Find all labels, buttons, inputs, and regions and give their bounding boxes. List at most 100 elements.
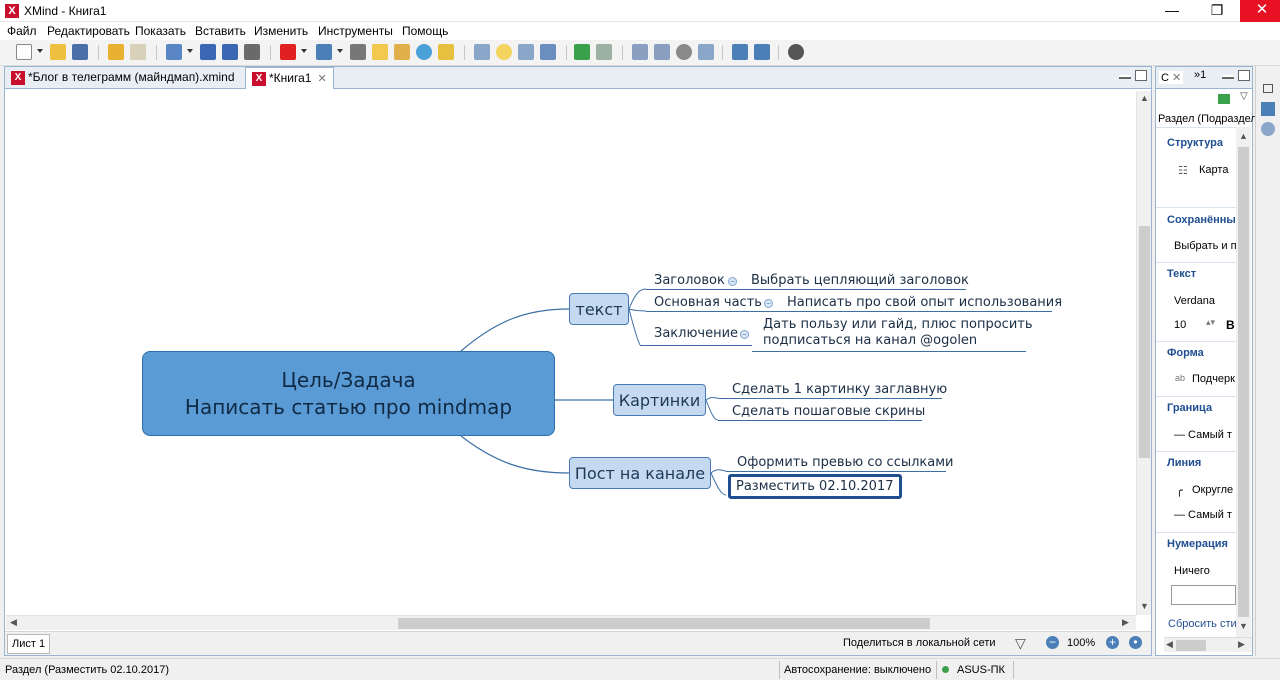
search-icon[interactable] xyxy=(698,44,714,60)
menu-help[interactable]: Помощь xyxy=(402,24,448,38)
undo-icon[interactable] xyxy=(108,44,124,60)
zoom-out-icon[interactable]: − xyxy=(1046,636,1059,649)
scroll-down-icon[interactable]: ▼ xyxy=(1140,601,1149,611)
drill-up-icon[interactable] xyxy=(596,44,612,60)
scroll-up-icon[interactable]: ▲ xyxy=(1239,131,1248,141)
section-line[interactable]: Линия xyxy=(1167,457,1201,469)
scroll-left-icon[interactable]: ◀ xyxy=(10,617,17,628)
font-size-spinner-icon[interactable]: ▴▾ xyxy=(1206,317,1215,328)
drill-down-icon[interactable] xyxy=(574,44,590,60)
horizontal-scroll-thumb[interactable] xyxy=(398,618,930,629)
clock-icon[interactable] xyxy=(676,44,692,60)
section-structure[interactable]: Структура xyxy=(1167,137,1223,149)
section-saved-styles[interactable]: Сохранённы xyxy=(1167,214,1236,226)
line-shape-value[interactable]: Округле xyxy=(1192,484,1233,496)
vertical-scroll-thumb[interactable] xyxy=(1139,226,1150,458)
central-topic[interactable]: Цель/Задача Написать статью про mindmap xyxy=(142,351,555,436)
scroll-up-icon[interactable]: ▲ xyxy=(1140,93,1149,103)
menu-edit[interactable]: Редактировать xyxy=(47,24,130,38)
subtopic-conclusion-child-line1[interactable]: Дать пользу или гайд, плюс попросить xyxy=(763,317,1033,332)
menu-modify[interactable]: Изменить xyxy=(254,24,308,38)
outline-icon[interactable] xyxy=(632,44,648,60)
saved-styles-value[interactable]: Выбрать и п xyxy=(1174,240,1237,252)
menu-tools[interactable]: Инструменты xyxy=(318,24,393,38)
topic-channel-post[interactable]: Пост на канале xyxy=(569,457,711,489)
section-shape[interactable]: Форма xyxy=(1167,347,1204,359)
new-icon[interactable] xyxy=(16,44,32,60)
notes-icon[interactable] xyxy=(394,44,410,60)
properties-horizontal-scrollbar[interactable]: ◀ ▶ xyxy=(1164,637,1252,652)
subtopic-main-part[interactable]: Основная часть xyxy=(654,295,762,310)
save-icon[interactable] xyxy=(72,44,88,60)
properties-vertical-scrollbar[interactable]: ▲ ▼ xyxy=(1236,127,1251,637)
subtopic-preview[interactable]: Оформить превью со ссылками xyxy=(737,455,954,470)
restore-view-icon[interactable] xyxy=(1263,84,1273,93)
topic-dropdown-icon[interactable] xyxy=(187,49,193,53)
pin-view-icon[interactable] xyxy=(1218,94,1230,104)
align-icon[interactable] xyxy=(222,44,238,60)
tab-overflow[interactable]: »1 xyxy=(1194,69,1206,81)
numbering-value[interactable]: Ничего xyxy=(1174,565,1210,577)
upload-cloud-icon[interactable] xyxy=(732,44,748,60)
boundary-icon[interactable] xyxy=(372,44,388,60)
brainstorm-icon[interactable] xyxy=(496,44,512,60)
new-dropdown-icon[interactable] xyxy=(37,49,43,53)
section-text[interactable]: Текст xyxy=(1167,268,1196,280)
subtopic-main-part-child[interactable]: Написать про свой опыт использования xyxy=(787,295,1062,310)
user-name[interactable]: ASUS-ПК xyxy=(957,664,1005,676)
subtopic-publish-selected[interactable]: Разместить 02.10.2017 xyxy=(728,474,902,499)
spreadsheet-icon[interactable] xyxy=(540,44,556,60)
close-tab-icon[interactable]: ✕ xyxy=(317,73,326,85)
autosave-status[interactable]: Автосохранение: выключено xyxy=(784,664,931,676)
redo-icon[interactable] xyxy=(130,44,146,60)
reset-style-link[interactable]: Сбросить сти xyxy=(1168,618,1237,630)
fit-zoom-icon[interactable]: • xyxy=(1129,636,1142,649)
summary-icon[interactable] xyxy=(438,44,454,60)
mindmap-canvas[interactable]: Цель/Задача Написать статью про mindmap … xyxy=(6,91,1136,615)
sheet-tab[interactable]: Лист 1 xyxy=(7,634,51,654)
close-tab-icon[interactable]: ✕ xyxy=(1172,72,1181,84)
horizontal-scrollbar[interactable]: ◀ ▶ xyxy=(6,615,1136,630)
maximize-pane-icon[interactable] xyxy=(1135,70,1147,81)
tab-book1[interactable]: X *Книга1 ✕ xyxy=(245,67,334,89)
scroll-left-icon[interactable]: ◀ xyxy=(1166,639,1173,650)
view-menu-icon[interactable]: ▽ xyxy=(1240,91,1248,102)
zoom-in-icon[interactable]: + xyxy=(1106,636,1119,649)
maximize-button[interactable]: ❐ xyxy=(1195,0,1239,22)
close-button[interactable]: ✕ xyxy=(1240,0,1280,22)
numbering-input[interactable] xyxy=(1171,585,1236,605)
marker-dropdown-icon[interactable] xyxy=(301,49,307,53)
topic-icon[interactable] xyxy=(166,44,182,60)
globe-icon[interactable] xyxy=(416,44,432,60)
bold-icon[interactable]: B xyxy=(1226,318,1235,332)
gantt-icon[interactable] xyxy=(518,44,534,60)
search-view-icon[interactable] xyxy=(1261,122,1275,136)
subtopic-title-picture[interactable]: Сделать 1 картинку заглавную xyxy=(732,382,947,397)
export-icon[interactable] xyxy=(754,44,770,60)
marker-flag-icon[interactable] xyxy=(280,44,296,60)
minimize-pane-icon[interactable] xyxy=(1222,75,1234,79)
image-dropdown-icon[interactable] xyxy=(337,49,343,53)
menu-file[interactable]: Файл xyxy=(7,24,37,38)
topic-pictures[interactable]: Картинки xyxy=(613,384,706,416)
collapse-icon[interactable]: − xyxy=(728,277,737,286)
scroll-right-icon[interactable]: ▶ xyxy=(1238,639,1245,650)
properties-hscroll-thumb[interactable] xyxy=(1176,640,1206,651)
share-local-network[interactable]: Поделиться в локальной сети xyxy=(843,637,996,649)
menu-insert[interactable]: Вставить xyxy=(195,24,246,38)
outline-view-icon[interactable] xyxy=(1261,102,1275,116)
collapse-icon[interactable]: − xyxy=(740,330,749,339)
attachment-icon[interactable] xyxy=(350,44,366,60)
structure-value[interactable]: Карта xyxy=(1199,164,1228,176)
menu-view[interactable]: Показать xyxy=(135,24,186,38)
minimize-button[interactable]: — xyxy=(1150,0,1194,22)
grid-icon[interactable] xyxy=(654,44,670,60)
border-value[interactable]: — Самый т xyxy=(1174,429,1232,441)
shape-value[interactable]: Подчерк xyxy=(1192,373,1235,385)
section-numbering[interactable]: Нумерация xyxy=(1167,538,1228,550)
topic-text[interactable]: текст xyxy=(569,293,629,325)
minimize-pane-icon[interactable] xyxy=(1119,75,1131,79)
font-family-value[interactable]: Verdana xyxy=(1174,295,1215,307)
vertical-scrollbar[interactable]: ▲ ▼ xyxy=(1136,91,1151,615)
relationship-icon[interactable] xyxy=(244,44,260,60)
